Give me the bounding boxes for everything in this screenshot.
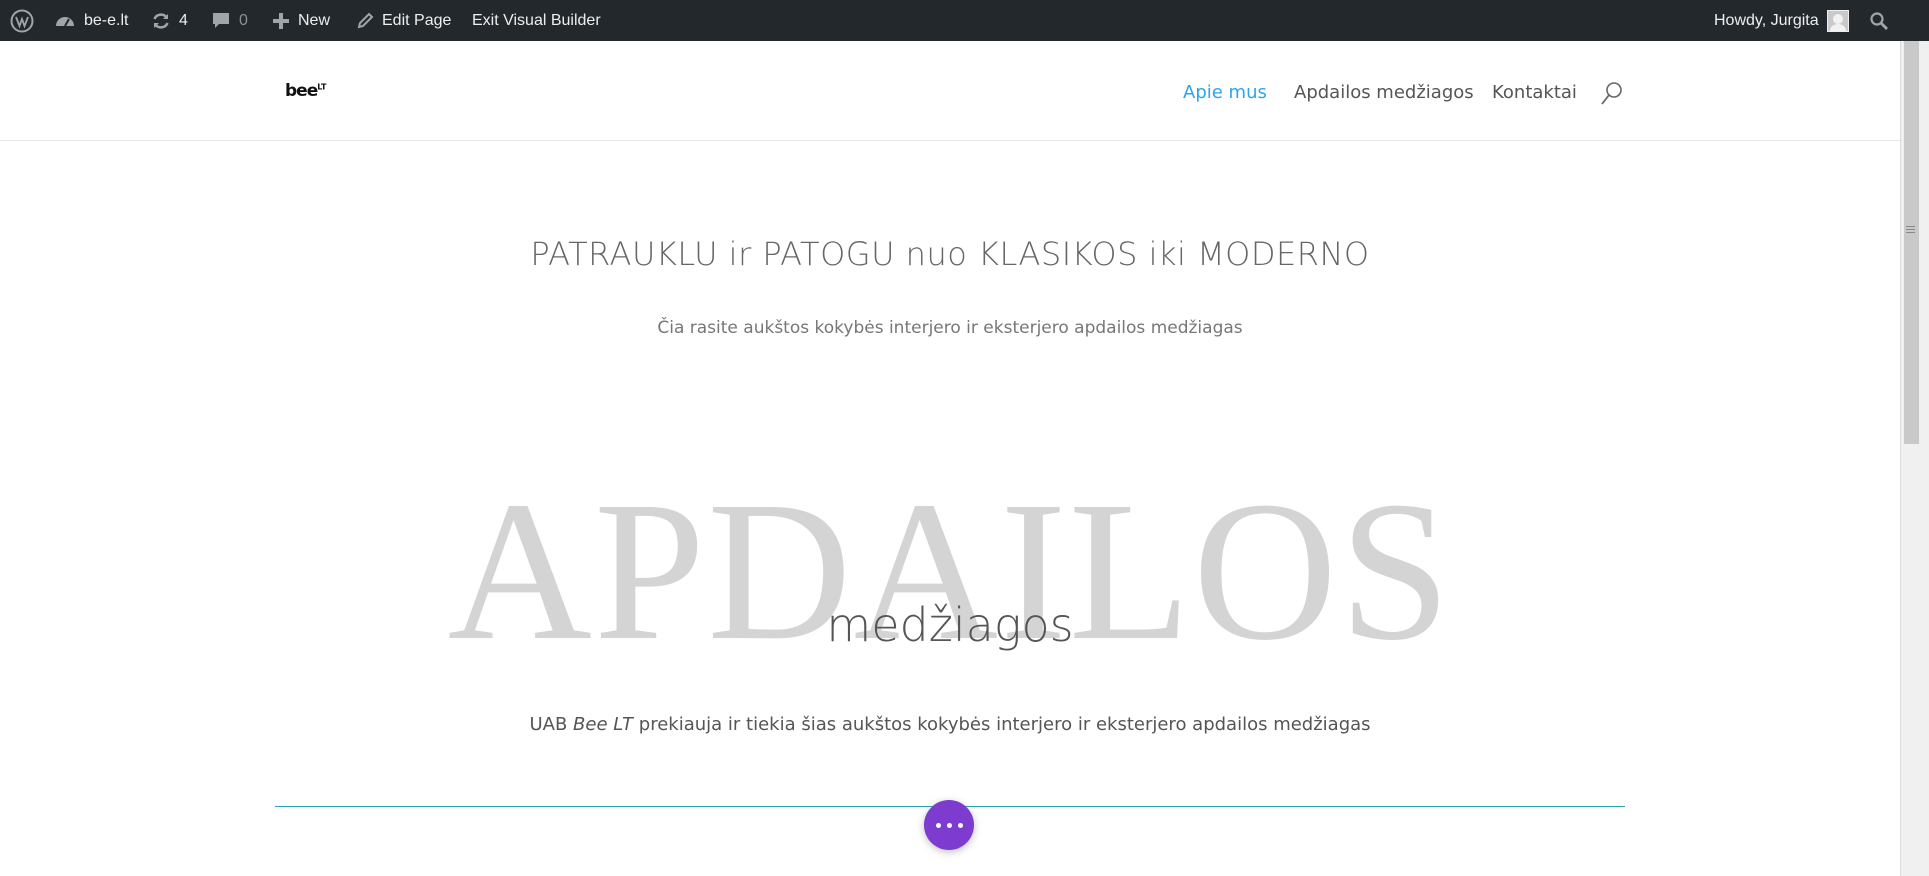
- comments-button[interactable]: 0: [211, 0, 248, 41]
- company-name: Bee LT: [573, 714, 634, 735]
- nav-item-apdailos-medziagos[interactable]: Apdailos medžiagos: [1294, 82, 1474, 103]
- exit-visual-builder-label: Exit Visual Builder: [472, 11, 601, 29]
- logo-sup: LT: [317, 82, 327, 92]
- search-icon[interactable]: [1600, 81, 1624, 112]
- site-logo[interactable]: beeLT: [285, 81, 326, 101]
- dashboard-gauge-icon: [54, 11, 76, 31]
- admin-bar: be-e.lt 4 0 New Edit Page Exit Visual Bu…: [0, 0, 1929, 41]
- section-body-text: UAB Bee LT prekiauja ir tiekia šias aukš…: [0, 714, 1900, 735]
- hero-subline: Čia rasite aukštos kokybės interjero ir …: [657, 318, 1243, 338]
- site-name: be-e.lt: [84, 11, 129, 29]
- exit-visual-builder-button[interactable]: Exit Visual Builder: [472, 0, 601, 41]
- plus-icon: [272, 12, 290, 30]
- comment-bubble-icon: [211, 11, 231, 31]
- builder-settings-button[interactable]: [924, 800, 974, 850]
- hero-headline: PATRAUKLU ir PATOGU nuo KLASIKOS iki MOD…: [530, 235, 1370, 273]
- pencil-icon: [356, 12, 374, 30]
- more-dots-icon: [935, 822, 963, 828]
- edit-page-label: Edit Page: [382, 11, 452, 29]
- site-name-menu[interactable]: be-e.lt: [54, 0, 128, 41]
- body-suffix: prekiauja ir tiekia šias aukštos kokybės…: [633, 714, 1371, 735]
- edit-page-button[interactable]: Edit Page: [356, 0, 451, 41]
- wordpress-logo-icon[interactable]: [10, 0, 34, 41]
- new-label: New: [298, 11, 331, 29]
- my-account-menu[interactable]: Howdy, Jurgita: [1714, 0, 1849, 41]
- new-content-button[interactable]: New: [272, 0, 330, 41]
- avatar: [1826, 9, 1849, 32]
- site-header: beeLT Apie mus Apdailos medžiagos Kontak…: [0, 41, 1900, 141]
- scrollbar-thumb[interactable]: [1904, 41, 1919, 444]
- greeting: Howdy, Jurgita: [1714, 11, 1819, 29]
- page-scrollbar[interactable]: [1900, 41, 1929, 876]
- updates-count: 4: [179, 11, 188, 29]
- admin-search-icon[interactable]: [1869, 0, 1889, 41]
- comments-count: 0: [239, 11, 248, 29]
- nav-item-apie-mus[interactable]: Apie mus: [1183, 82, 1267, 103]
- logo-text: bee: [285, 81, 318, 101]
- updates-refresh-icon: [151, 11, 171, 31]
- updates-button[interactable]: 4: [151, 0, 188, 41]
- section-title: medžiagos: [826, 598, 1074, 652]
- nav-item-kontaktai[interactable]: Kontaktai: [1492, 82, 1577, 103]
- scrollbar-grip-icon: [1906, 226, 1915, 235]
- body-prefix: UAB: [529, 714, 574, 735]
